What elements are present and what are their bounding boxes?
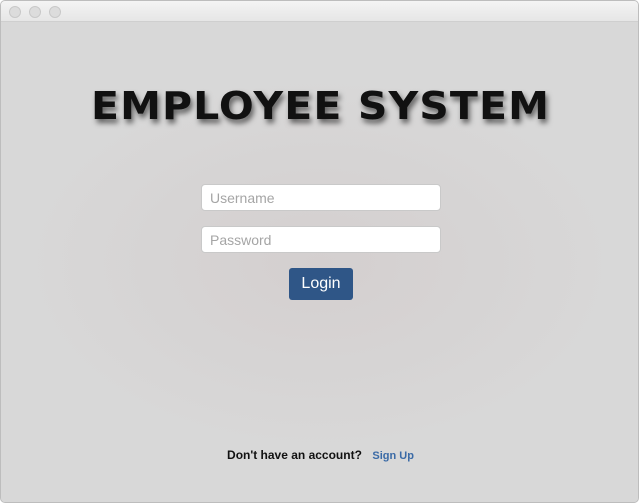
username-input[interactable]	[201, 184, 441, 211]
app-title: Employee System	[90, 84, 551, 128]
signup-prompt: Don't have an account? Sign Up	[1, 446, 638, 464]
signup-link[interactable]: Sign Up	[372, 450, 414, 462]
close-window-button[interactable]	[9, 6, 21, 18]
app-window: Employee System Login Don't have an acco…	[0, 0, 639, 503]
no-account-text: Don't have an account?	[227, 448, 362, 462]
maximize-window-button[interactable]	[49, 6, 61, 18]
login-button[interactable]: Login	[289, 268, 353, 300]
password-input[interactable]	[201, 226, 441, 253]
login-panel: Employee System Login Don't have an acco…	[1, 22, 638, 502]
minimize-window-button[interactable]	[29, 6, 41, 18]
title-bar[interactable]	[1, 1, 638, 22]
